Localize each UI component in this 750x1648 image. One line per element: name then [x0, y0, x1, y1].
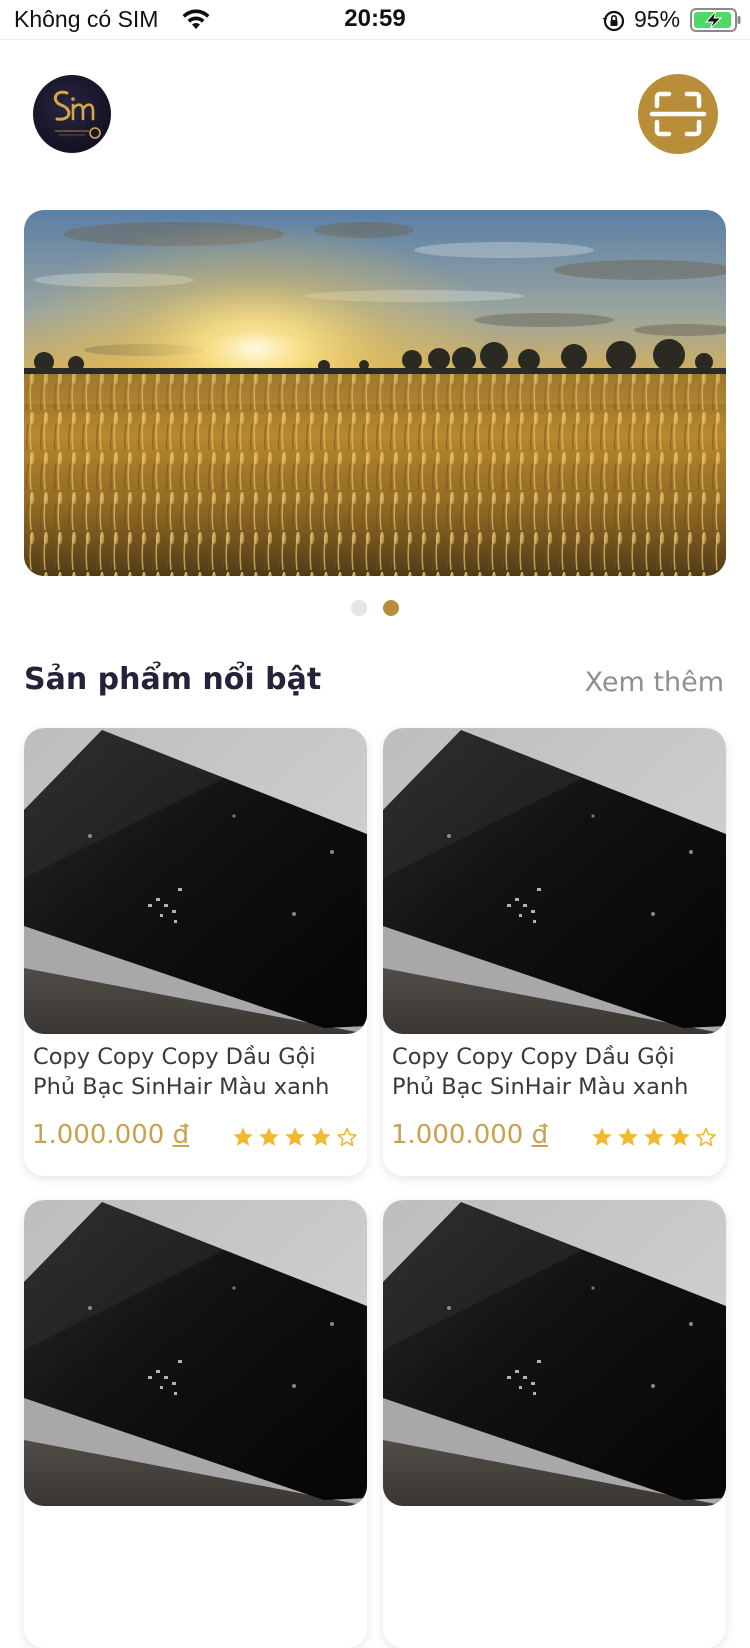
product-image [24, 728, 367, 1034]
product-name: Copy Copy Copy Dầu Gội Phủ Bạc SinHair M… [392, 1044, 689, 1100]
cooktop-photo [383, 728, 726, 1034]
product-card[interactable] [383, 1200, 726, 1648]
product-image [383, 1200, 726, 1506]
banner-pagination [0, 600, 750, 616]
product-card[interactable]: Copy Copy Copy Dầu Gội Phủ Bạc SinHair M… [383, 728, 726, 1176]
rotation-lock-icon [602, 10, 625, 32]
section-title: Sản phẩm nổi bật [24, 662, 322, 697]
cooktop-photo [24, 728, 367, 1034]
battery-percent: 95% [634, 6, 681, 32]
sinhair-logo-icon [53, 90, 101, 139]
star-filled-icon [642, 1125, 666, 1149]
star-filled-icon [616, 1125, 640, 1149]
see-more-link[interactable]: Xem thêm [585, 667, 724, 698]
star-empty-icon [694, 1125, 718, 1149]
star-filled-icon [257, 1125, 281, 1149]
star-filled-icon [668, 1125, 692, 1149]
product-card[interactable] [24, 1200, 367, 1648]
scan-icon [649, 91, 707, 137]
star-filled-icon [231, 1125, 255, 1149]
scan-button[interactable] [638, 74, 718, 154]
star-empty-icon [335, 1125, 359, 1149]
battery-icon [690, 8, 741, 32]
page-dot-active[interactable] [383, 600, 399, 616]
product-price: 1.000.000 đ [391, 1120, 549, 1150]
promo-banner[interactable] [24, 210, 726, 576]
product-price: 1.000.000 đ [32, 1120, 190, 1150]
product-image [24, 1200, 367, 1506]
product-name: Copy Copy Copy Dầu Gội Phủ Bạc SinHair M… [33, 1044, 330, 1100]
star-filled-icon [283, 1125, 307, 1149]
product-image [383, 728, 726, 1034]
product-rating [590, 1125, 718, 1149]
star-filled-icon [590, 1125, 614, 1149]
product-rating [231, 1125, 359, 1149]
star-filled-icon [309, 1125, 333, 1149]
brand-logo[interactable] [33, 75, 111, 153]
cooktop-photo [24, 1200, 367, 1506]
page-dot[interactable] [351, 600, 367, 616]
cooktop-photo [383, 1200, 726, 1506]
wheat-field-sunset-image [24, 210, 726, 576]
status-bar: Không có SIM 20:59 95% [0, 0, 750, 40]
product-card[interactable]: Copy Copy Copy Dầu Gội Phủ Bạc SinHair M… [24, 728, 367, 1176]
